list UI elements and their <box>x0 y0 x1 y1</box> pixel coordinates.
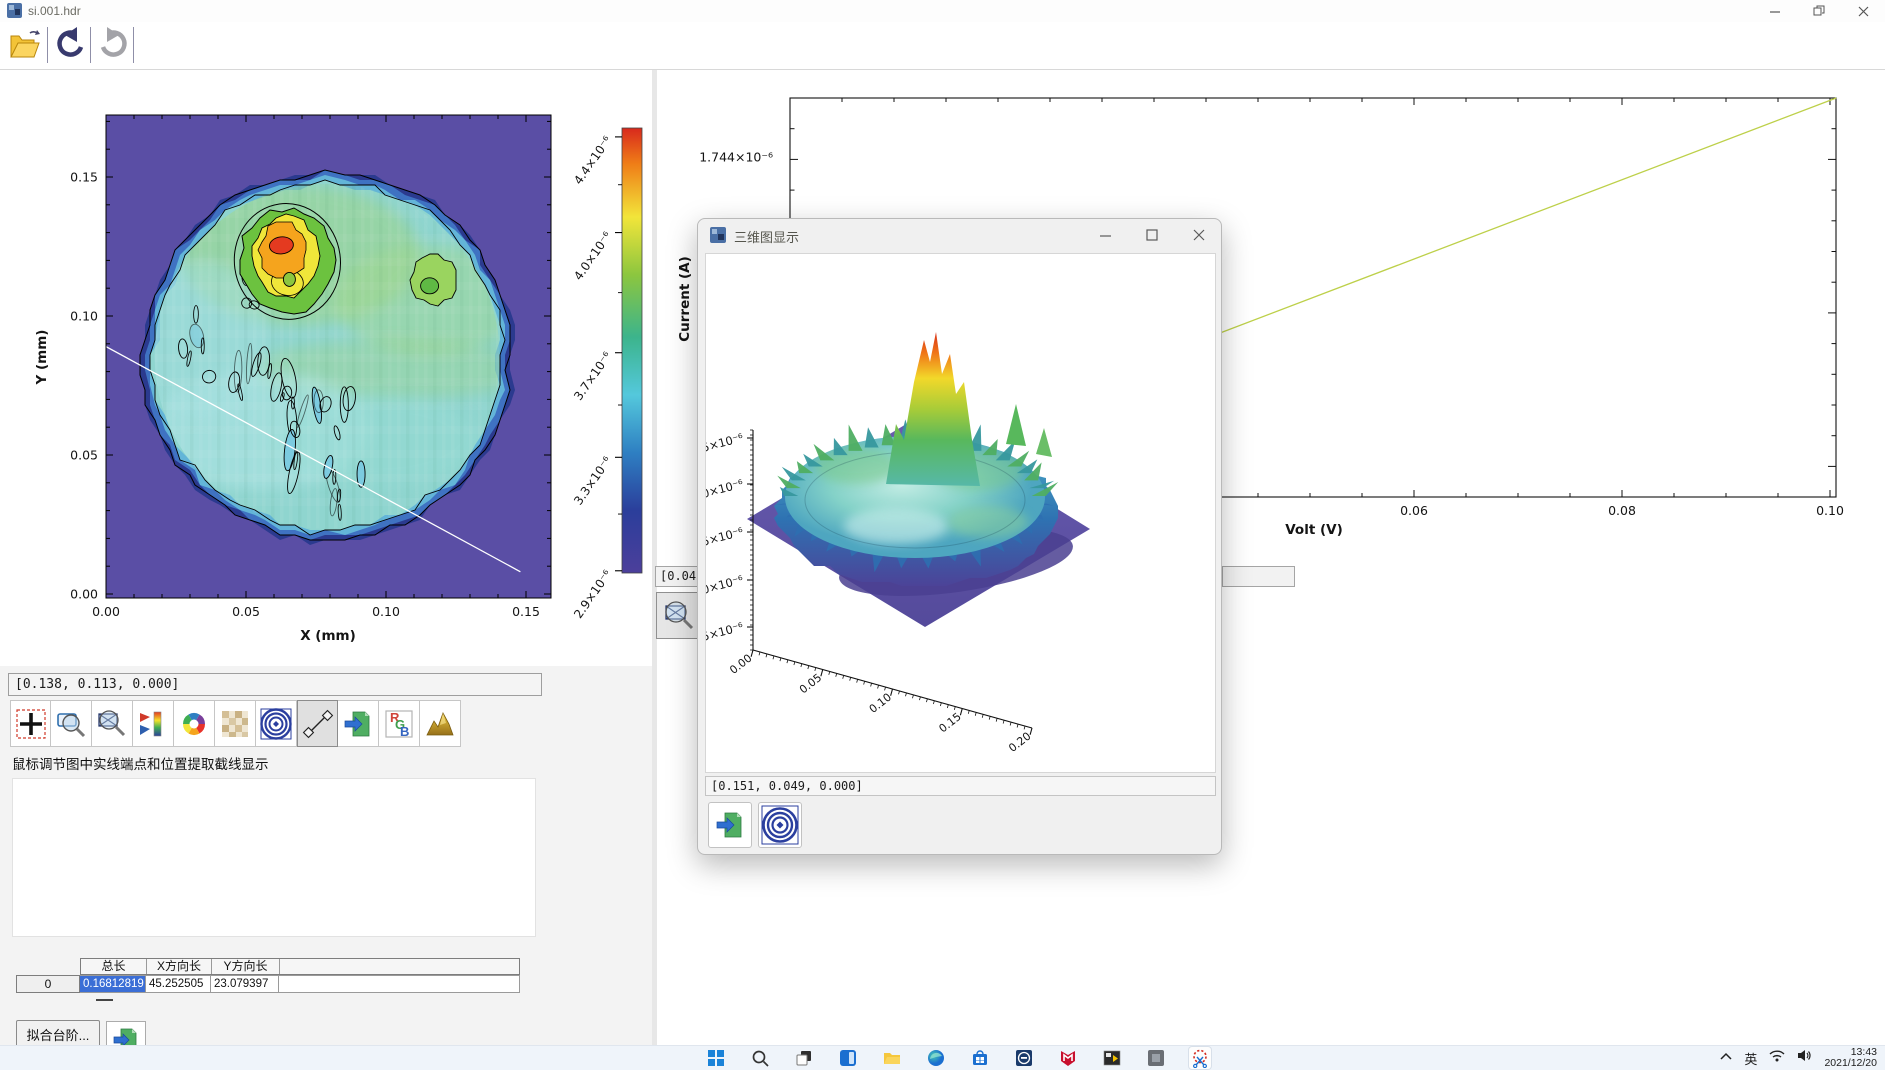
svg-text:0.15: 0.15 <box>936 710 963 735</box>
zoom-cancel-tool[interactable] <box>92 700 133 747</box>
toolbar-separator <box>47 27 48 63</box>
export-data-button[interactable] <box>708 802 752 848</box>
search-icon[interactable] <box>749 1047 771 1069</box>
mcafee-icon[interactable] <box>1057 1047 1079 1069</box>
main-toolbar <box>0 22 1885 70</box>
moire-pattern-tool[interactable] <box>256 700 297 747</box>
svg-text:.5×10⁻⁶: .5×10⁻⁶ <box>706 430 745 456</box>
y-length-cell[interactable]: 23.079397 <box>211 975 279 993</box>
labview-icon[interactable] <box>1101 1047 1123 1069</box>
system-tray: 英 13:43 2021/12/20 <box>1720 1046 1877 1070</box>
surface-window[interactable]: 三维图显示 .5×10⁻⁶.0×10⁻⁶.5×10⁻⁶.0×10⁻⁶.5×10⁻… <box>697 218 1222 855</box>
svg-text:B: B <box>400 724 409 739</box>
window-title: si.001.hdr <box>28 4 81 18</box>
surface-plot-area[interactable]: .5×10⁻⁶ .0×10⁻⁶ .5×10⁻⁶ .0×10⁻⁶ .5×10⁻⁶ 0.00 0… <box>705 253 1216 773</box>
clock[interactable]: 13:43 2021/12/20 <box>1824 1047 1877 1069</box>
edge-icon[interactable] <box>925 1047 947 1069</box>
svg-text:.5×10⁻⁶: .5×10⁻⁶ <box>706 524 745 550</box>
surface-window-titlebar[interactable]: 三维图显示 <box>698 219 1221 251</box>
task-view-icon[interactable] <box>793 1047 815 1069</box>
color-wheel-tool[interactable] <box>174 700 215 747</box>
start-button[interactable] <box>705 1047 727 1069</box>
tool-hint-text: 鼠标调节图中实线端点和位置提取截线显示 <box>12 753 269 773</box>
line-profile-tool[interactable] <box>297 700 338 747</box>
close-button[interactable] <box>1179 219 1219 251</box>
restore-button[interactable] <box>1797 0 1841 22</box>
moire-pattern-button[interactable] <box>758 802 802 848</box>
svg-text:0.10: 0.10 <box>867 691 894 716</box>
export-data-tool[interactable] <box>338 700 379 747</box>
taskbar: 英 13:43 2021/12/20 <box>0 1045 1885 1070</box>
mosaic-pattern-tool[interactable] <box>215 700 256 747</box>
surface-toolbar <box>708 802 802 848</box>
color-scale-tool[interactable] <box>133 700 174 747</box>
resize-handle[interactable] <box>96 999 113 1001</box>
tray-date: 2021/12/20 <box>1824 1057 1877 1069</box>
close-button[interactable] <box>1841 0 1885 22</box>
cursor-position-status: [0.138, 0.113, 0.000] <box>8 673 542 696</box>
surface-window-title: 三维图显示 <box>734 227 799 246</box>
taskbar-icons <box>705 1046 1211 1070</box>
snipping-app-icon[interactable] <box>1189 1047 1211 1069</box>
contour-panel <box>0 70 652 666</box>
zoom-cancel-tool[interactable] <box>656 592 701 639</box>
svg-text:0.20: 0.20 <box>1006 730 1033 755</box>
crosshair-tool[interactable] <box>10 700 51 747</box>
volume-icon[interactable] <box>1797 1049 1812 1067</box>
surface-3d-scene <box>747 332 1090 627</box>
profile-plot-panel <box>12 778 536 937</box>
store-icon[interactable] <box>969 1047 991 1069</box>
iv-cursor-status: [0.045, <box>655 566 701 587</box>
file-explorer-icon[interactable] <box>881 1047 903 1069</box>
redo-button[interactable] <box>94 26 132 64</box>
minimize-button[interactable] <box>1753 0 1797 22</box>
ime-indicator[interactable]: 英 <box>1744 1049 1757 1068</box>
app-icon[interactable] <box>1145 1047 1167 1069</box>
minimize-button[interactable] <box>1086 219 1126 251</box>
iv-cursor-status-fragment <box>1222 566 1295 587</box>
zoom-box-tool[interactable] <box>51 700 92 747</box>
app-icon <box>710 227 726 243</box>
table-header-row: 总长 X方向长 Y方向长 <box>80 958 520 975</box>
empty-cell <box>279 975 520 993</box>
app-icon <box>7 3 22 18</box>
cursor-position-text: [0.138, 0.113, 0.000] <box>15 677 179 692</box>
svg-text:.5×10⁻⁶: .5×10⁻⁶ <box>706 619 745 645</box>
table-row: 0 0.16812819 45.252505 23.079397 <box>16 975 520 993</box>
open-file-button[interactable] <box>6 26 44 64</box>
maximize-button[interactable] <box>1132 219 1172 251</box>
total-length-cell[interactable]: 0.16812819 <box>80 975 146 993</box>
toolbar-separator <box>90 27 91 63</box>
surface-status-bar: [0.151, 0.049, 0.000] <box>705 776 1216 796</box>
svg-text:0.05: 0.05 <box>797 671 824 696</box>
rgb-channels-tool[interactable]: RGB <box>379 700 420 747</box>
undo-button[interactable] <box>52 26 90 64</box>
surface-cursor-text: [0.151, 0.049, 0.000] <box>711 779 863 793</box>
svg-text:.0×10⁻⁶: .0×10⁻⁶ <box>706 476 745 502</box>
wifi-icon[interactable] <box>1769 1049 1785 1067</box>
widgets-icon[interactable] <box>837 1047 859 1069</box>
main-titlebar: si.001.hdr <box>0 0 1885 23</box>
col-x-length[interactable]: X方向长 <box>147 959 212 974</box>
svg-text:0.00: 0.00 <box>727 652 754 677</box>
tray-chevron-icon[interactable] <box>1720 1049 1732 1067</box>
x-length-cell[interactable]: 45.252505 <box>146 975 211 993</box>
col-total-length[interactable]: 总长 <box>81 959 147 974</box>
toolbar-separator <box>133 27 134 63</box>
svg-text:.0×10⁻⁶: .0×10⁻⁶ <box>706 572 745 598</box>
surface-3d-plot[interactable]: .5×10⁻⁶ .0×10⁻⁶ .5×10⁻⁶ .0×10⁻⁶ .5×10⁻⁶ 0.00 0… <box>706 254 1216 773</box>
col-y-length[interactable]: Y方向长 <box>212 959 280 974</box>
row-index-cell[interactable]: 0 <box>16 975 80 993</box>
plot-toolbar: RGB <box>10 700 461 748</box>
dell-icon[interactable] <box>1013 1047 1035 1069</box>
surface-3d-tool[interactable] <box>420 700 461 747</box>
